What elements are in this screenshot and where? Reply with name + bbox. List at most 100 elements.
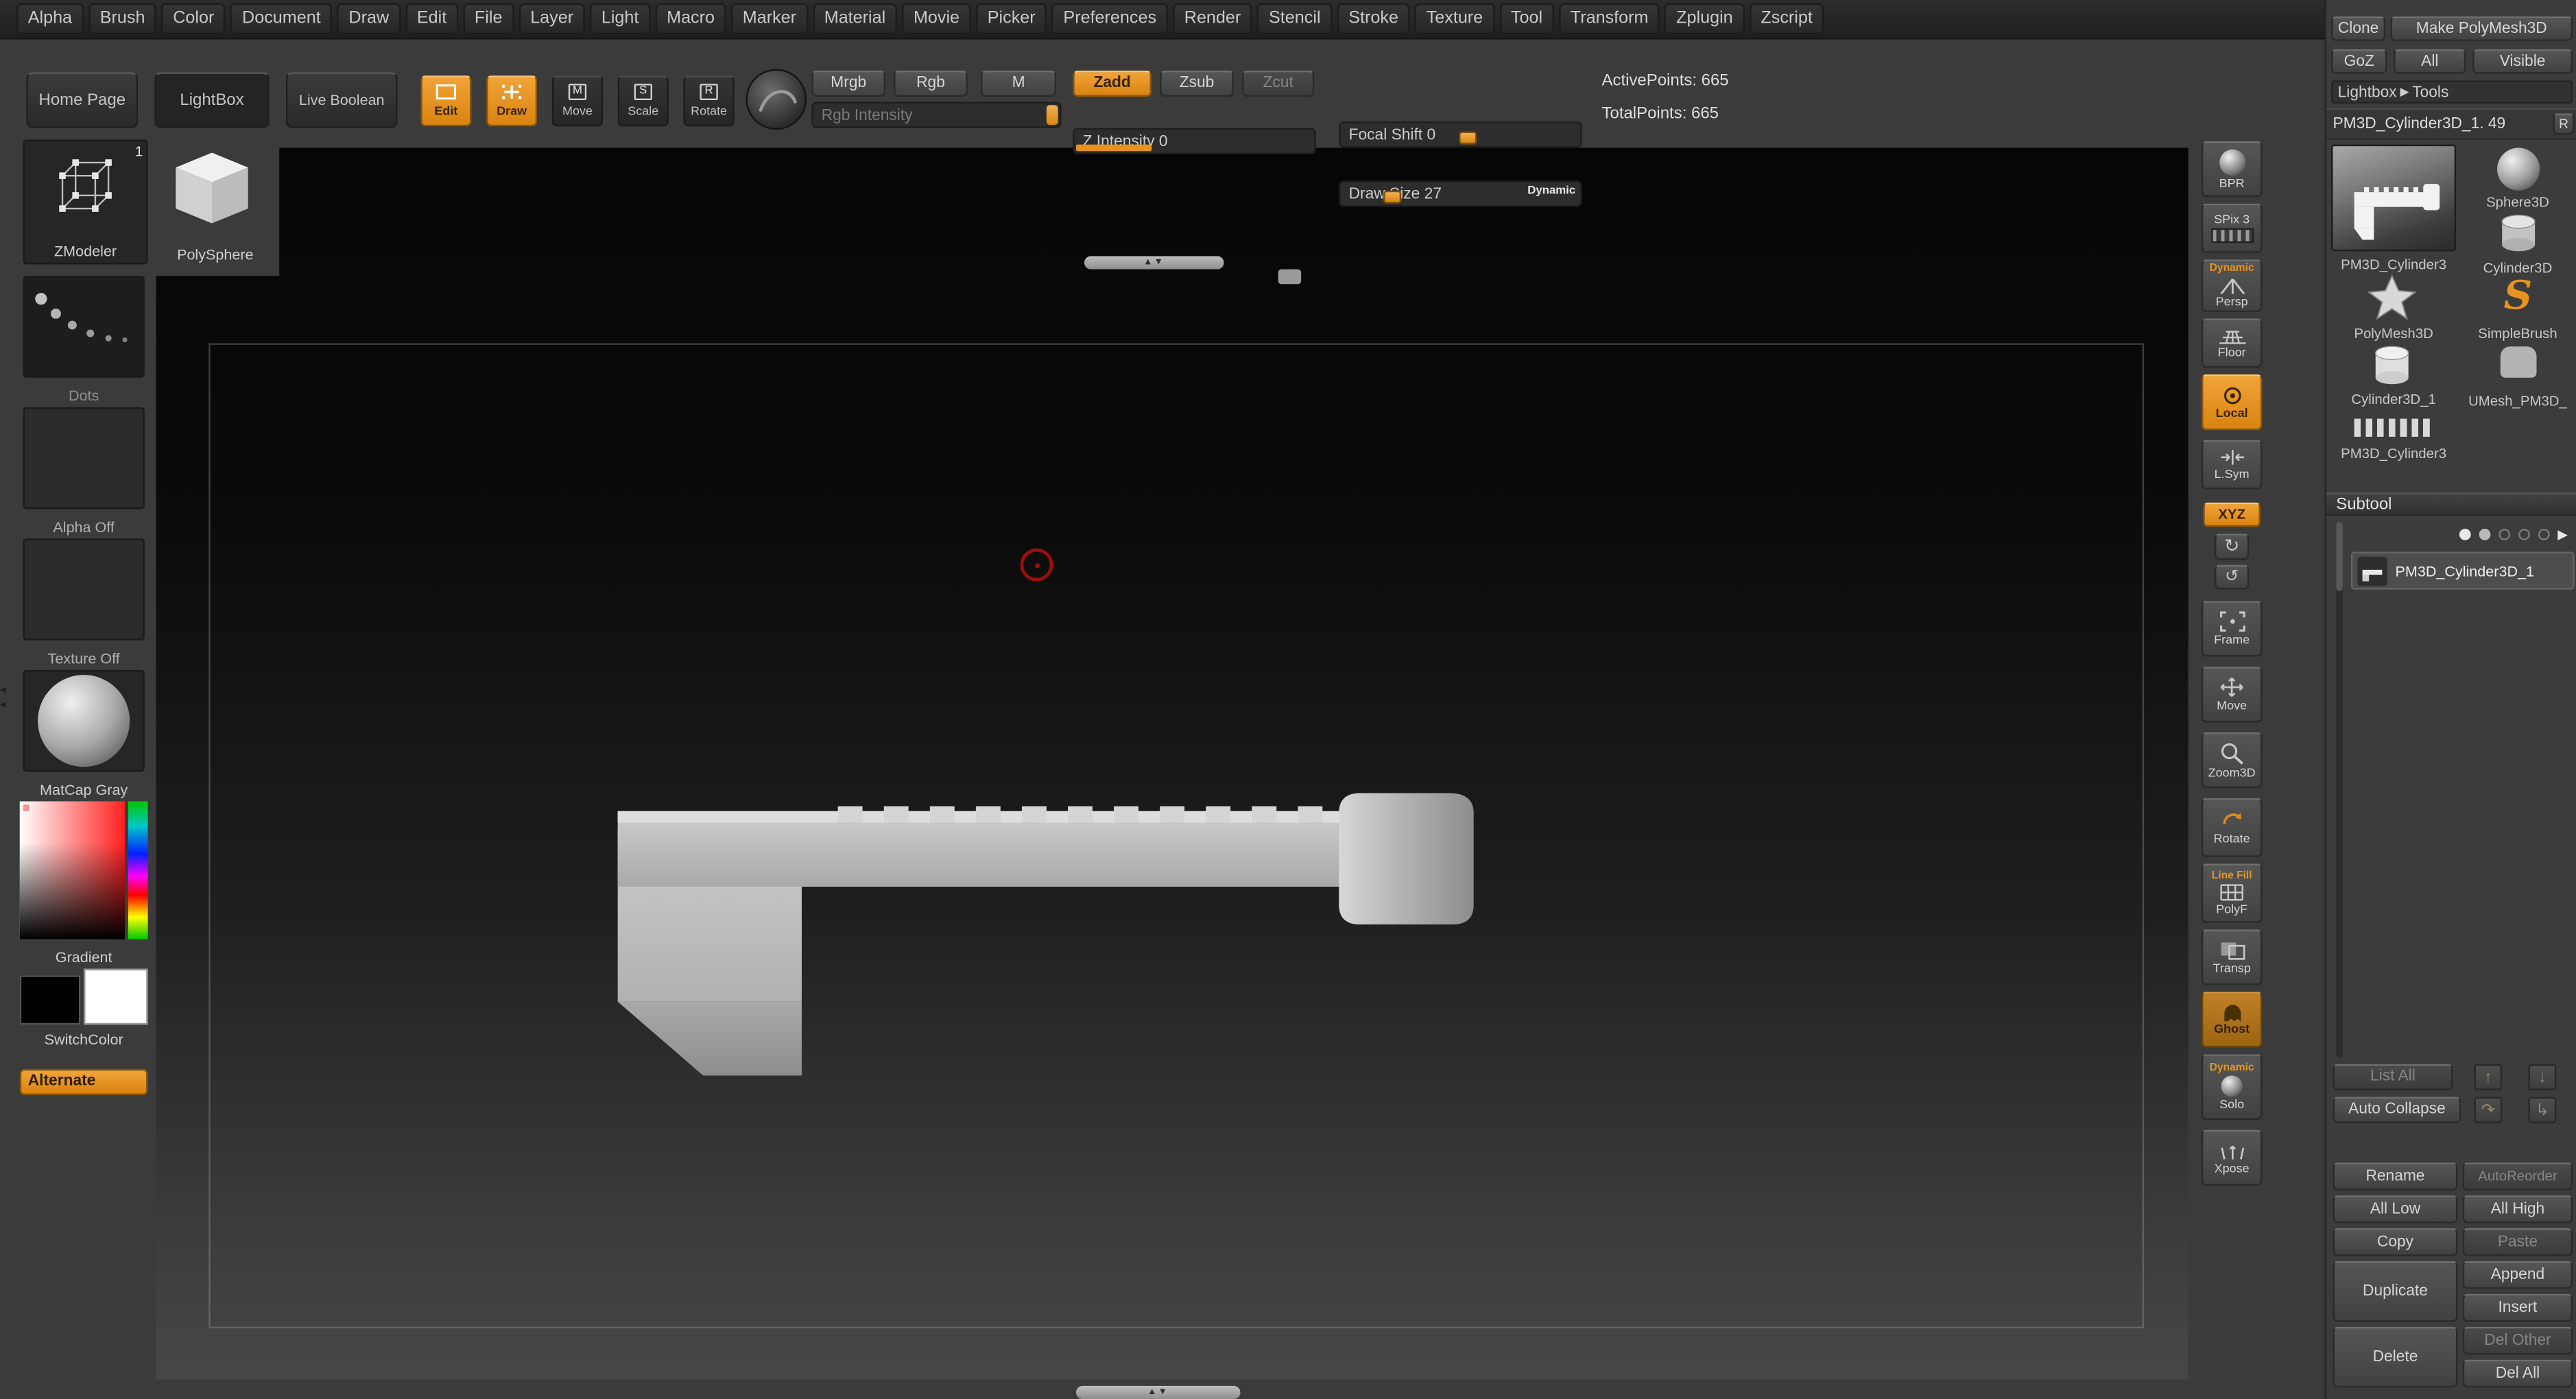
switch-color-widget[interactable]: SwitchColor xyxy=(20,966,148,1048)
menu-item[interactable]: Marker xyxy=(731,3,808,34)
canvas-bottom-scrollbar[interactable]: ▲▼ xyxy=(1076,1386,1241,1399)
goz-all-button[interactable]: All xyxy=(2394,49,2466,74)
color-picker-widget[interactable]: Gradient xyxy=(20,801,148,965)
saturation-value-square[interactable] xyxy=(20,801,125,939)
panel-collapse-handle[interactable]: ◂ ◂ xyxy=(0,683,5,713)
subtool-visibility-icon[interactable] xyxy=(2459,528,2471,540)
floor-button[interactable]: Floor xyxy=(2202,319,2263,368)
menu-item[interactable]: Tool xyxy=(1499,3,1554,34)
scale-mode-button[interactable]: S Scale xyxy=(618,75,669,126)
menu-item[interactable]: Light xyxy=(590,3,650,34)
document-canvas[interactable]: ▲▼ xyxy=(156,147,2189,1379)
xyz-button[interactable]: XYZ xyxy=(2203,503,2261,527)
local-button[interactable]: Local xyxy=(2202,374,2263,430)
bpr-button[interactable]: BPR xyxy=(2202,141,2263,197)
solo-button[interactable]: Dynamic Solo xyxy=(2202,1054,2263,1120)
simplebrush-icon[interactable]: S xyxy=(2504,276,2533,315)
ghost-button[interactable]: Ghost xyxy=(2202,992,2263,1047)
alternate-button[interactable]: Alternate xyxy=(20,1069,148,1095)
edit-mode-button[interactable]: Edit xyxy=(420,75,471,126)
tool-item-label[interactable]: UMesh_PM3D_ xyxy=(2461,392,2574,409)
hue-strip[interactable] xyxy=(128,801,148,939)
secondary-color-swatch[interactable] xyxy=(84,969,147,1025)
current-tool-widget[interactable]: PolySphere xyxy=(166,141,265,263)
canvas-top-scrollbar[interactable]: ▲▼ xyxy=(1084,256,1224,270)
clone-button[interactable]: Clone xyxy=(2331,16,2385,41)
subtool-option-icon[interactable] xyxy=(2538,528,2550,540)
mrgb-button[interactable]: Mrgb xyxy=(811,71,885,97)
rgb-intensity-slider[interactable]: Rgb Intensity xyxy=(811,101,1061,128)
slider-knob[interactable] xyxy=(1459,132,1477,145)
all-high-button[interactable]: All High xyxy=(2463,1195,2573,1223)
menu-item[interactable]: Picker xyxy=(976,3,1047,34)
autoreorder-button[interactable]: AutoReorder xyxy=(2463,1162,2573,1191)
stroke-widget[interactable]: Dots xyxy=(23,276,145,407)
menu-item[interactable]: Texture xyxy=(1415,3,1494,34)
all-low-button[interactable]: All Low xyxy=(2333,1195,2457,1223)
alpha-widget[interactable]: Alpha Off xyxy=(23,407,145,539)
polymesh3d-star-icon[interactable] xyxy=(2368,274,2417,320)
menu-item[interactable]: Document xyxy=(230,3,332,34)
tool-item-label[interactable]: Sphere3D xyxy=(2461,194,2574,211)
sphere3d-icon[interactable] xyxy=(2497,147,2540,190)
slider-knob[interactable] xyxy=(1047,105,1058,125)
canvas-splitter-handle[interactable] xyxy=(1278,270,1302,285)
tool-item-label[interactable]: Cylinder3D_1 xyxy=(2330,391,2458,407)
draw-mode-button[interactable]: Draw xyxy=(486,75,537,126)
menu-item[interactable]: Render xyxy=(1173,3,1252,34)
move-button[interactable]: Move xyxy=(2202,667,2263,722)
paste-button[interactable]: Paste xyxy=(2463,1228,2573,1256)
rename-button[interactable]: Rename xyxy=(2333,1162,2457,1191)
menu-item[interactable]: Stroke xyxy=(1337,3,1409,34)
zsub-button[interactable]: Zsub xyxy=(1160,71,1234,97)
menu-item[interactable]: Macro xyxy=(655,3,726,34)
menu-item[interactable]: Alpha xyxy=(16,3,84,34)
goz-visible-button[interactable]: Visible xyxy=(2472,49,2573,74)
active-tool-thumbnail[interactable] xyxy=(2331,145,2456,252)
copy-button[interactable]: Copy xyxy=(2333,1228,2457,1256)
insert-button[interactable]: Insert xyxy=(2463,1294,2573,1322)
zadd-button[interactable]: Zadd xyxy=(1073,71,1152,97)
rgb-button[interactable]: Rgb xyxy=(894,71,968,97)
spin-cw-button[interactable]: ↻ xyxy=(2215,534,2249,560)
subtool-scrollbar[interactable] xyxy=(2336,522,2343,1057)
restore-config-button[interactable]: R xyxy=(2553,113,2574,134)
focal-shift-slider[interactable]: Focal Shift 0 xyxy=(1339,121,1582,147)
persp-button[interactable]: Dynamic Persp xyxy=(2202,259,2263,312)
frame-button[interactable]: Frame xyxy=(2202,601,2263,656)
del-all-button[interactable]: Del All xyxy=(2463,1360,2573,1388)
tool-item-label[interactable]: PolyMesh3D xyxy=(2330,325,2458,342)
subtool-option-icon[interactable] xyxy=(2499,528,2510,540)
subtool-up-button[interactable]: ↑ xyxy=(2474,1064,2502,1090)
goz-button[interactable]: GoZ xyxy=(2331,49,2387,74)
draw-size-slider[interactable]: Draw Size 27 Dynamic xyxy=(1339,180,1582,206)
subtool-item-selected[interactable]: PM3D_Cylinder3D_1 xyxy=(2351,552,2575,590)
menu-item[interactable]: Transform xyxy=(1559,3,1660,34)
move-mode-button[interactable]: M Move xyxy=(552,75,603,126)
cylinder3d-1-icon[interactable] xyxy=(2369,343,2415,387)
menu-item[interactable]: File xyxy=(463,3,514,34)
menu-item[interactable]: Stencil xyxy=(1257,3,1332,34)
rotate-mode-button[interactable]: R Rotate xyxy=(683,75,734,126)
zoom3d-button[interactable]: Zoom3D xyxy=(2202,732,2263,788)
texture-widget[interactable]: Texture Off xyxy=(23,538,145,670)
zcut-button[interactable]: Zcut xyxy=(1242,71,1314,97)
current-brush-widget[interactable]: 1 ZModeler xyxy=(23,140,148,265)
xpose-button[interactable]: Xpose xyxy=(2202,1129,2263,1185)
menu-item[interactable]: Material xyxy=(813,3,897,34)
lsym-button[interactable]: L.Sym xyxy=(2202,440,2263,490)
rotate-view-button[interactable]: Rotate xyxy=(2202,798,2263,857)
tool-item-label[interactable]: PM3D_Cylinder3 xyxy=(2330,445,2458,462)
append-button[interactable]: Append xyxy=(2463,1261,2573,1289)
make-polymesh3d-button[interactable]: Make PolyMesh3D xyxy=(2390,16,2573,41)
play-icon[interactable]: ▶ xyxy=(2557,526,2568,541)
del-other-button[interactable]: Del Other xyxy=(2463,1327,2573,1355)
current-brush-icon[interactable] xyxy=(746,69,807,130)
main-color-swatch[interactable] xyxy=(20,975,81,1025)
transp-button[interactable]: Transp xyxy=(2202,929,2263,985)
slider-knob[interactable] xyxy=(1076,145,1152,152)
subtool-scrollbar-handle[interactable] xyxy=(2336,522,2343,591)
subtool-down-button[interactable]: ↓ xyxy=(2529,1064,2557,1090)
model-3d[interactable] xyxy=(156,147,2189,1379)
rail-dots-icon[interactable] xyxy=(2354,419,2430,437)
